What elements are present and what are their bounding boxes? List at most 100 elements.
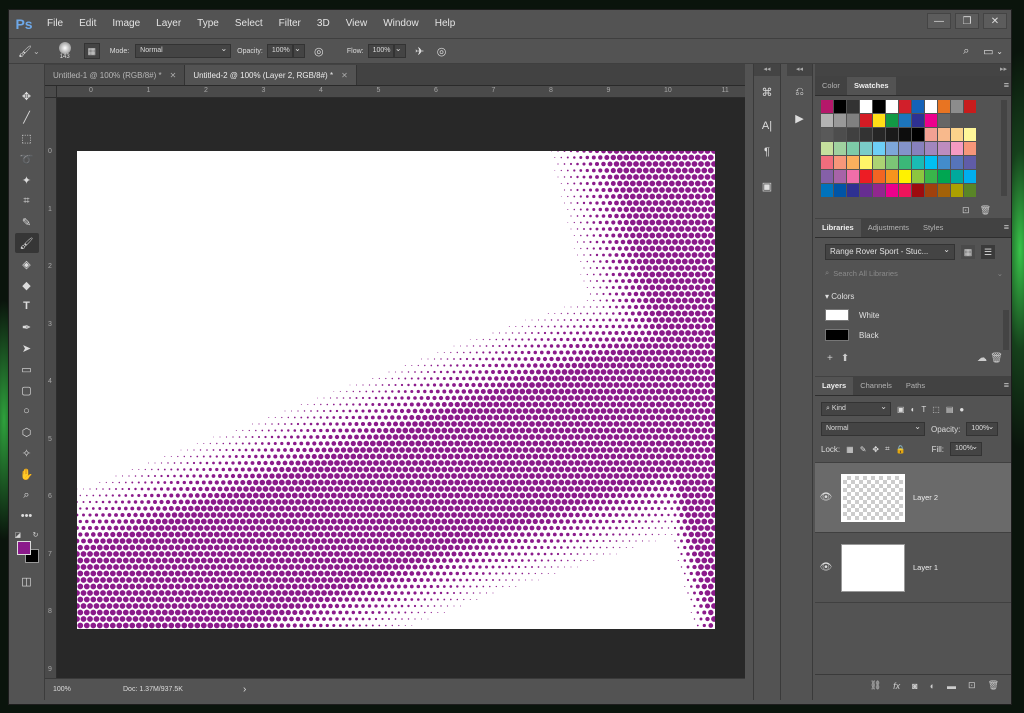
ruler-horizontal[interactable]: 0 1 2 3 4 5 6 7 8 9 10 11 bbox=[57, 86, 745, 98]
line-tool-icon[interactable]: ╱ bbox=[15, 107, 39, 127]
swatch[interactable] bbox=[834, 142, 846, 155]
swatch[interactable] bbox=[964, 128, 976, 141]
swatch[interactable] bbox=[912, 170, 924, 183]
menu-view[interactable]: View bbox=[338, 10, 376, 38]
swatch[interactable] bbox=[964, 142, 976, 155]
swatch[interactable] bbox=[925, 128, 937, 141]
magic-wand-tool-icon[interactable]: ✦ bbox=[15, 170, 39, 190]
pen-tool-icon[interactable]: ✒ bbox=[15, 317, 39, 337]
lock-position-icon[interactable]: ✥ bbox=[872, 445, 879, 454]
swatch[interactable] bbox=[964, 100, 976, 113]
swatch[interactable] bbox=[821, 100, 833, 113]
menu-select[interactable]: Select bbox=[227, 10, 271, 38]
rounded-rectangle-tool-icon[interactable]: ▢ bbox=[15, 380, 39, 400]
trash-icon[interactable]: 🗑 bbox=[990, 353, 1003, 364]
opacity-input[interactable]: 100% bbox=[266, 44, 293, 58]
default-colors-icon[interactable]: ◪ bbox=[15, 531, 22, 539]
tab-channels[interactable]: Channels bbox=[853, 377, 899, 395]
swatch[interactable] bbox=[873, 142, 885, 155]
history-icon[interactable]: ⎌ bbox=[790, 82, 810, 102]
swatch[interactable] bbox=[847, 156, 859, 169]
swatch[interactable] bbox=[964, 184, 976, 197]
crop-tool-icon[interactable]: ⌗ bbox=[15, 191, 39, 211]
tab-untitled-2[interactable]: Untitled-2 @ 100% (Layer 2, RGB/8#) * ✕ bbox=[185, 65, 357, 85]
swatch[interactable] bbox=[886, 156, 898, 169]
swatch[interactable] bbox=[951, 100, 963, 113]
workspace-chevron-icon[interactable]: ⌄ bbox=[996, 47, 1003, 56]
brush-tool-icon-toolbox[interactable]: 🖌 bbox=[14, 233, 39, 253]
swatch[interactable] bbox=[847, 142, 859, 155]
layer-filter-dropdown[interactable]: ⌕ Kind bbox=[821, 401, 891, 416]
smart-object-filter-icon[interactable]: ▤ bbox=[946, 405, 954, 414]
ruler-vertical[interactable]: 0 1 2 3 4 5 6 7 8 9 bbox=[45, 98, 57, 678]
hand-tool-icon[interactable]: ✋ bbox=[15, 464, 39, 484]
custom-shape-tool-icon[interactable]: ✧ bbox=[15, 443, 39, 463]
link-layers-icon[interactable]: ⛓ bbox=[870, 680, 881, 691]
paint-bucket-tool-icon[interactable]: ◆ bbox=[15, 275, 39, 295]
tab-color[interactable]: Color bbox=[815, 77, 847, 95]
ellipse-tool-icon[interactable]: ○ bbox=[15, 401, 39, 421]
creative-cloud-icon[interactable]: ☁ bbox=[977, 353, 987, 364]
swatch[interactable] bbox=[899, 156, 911, 169]
type-filter-icon[interactable]: T bbox=[921, 405, 926, 414]
layer-opacity-input[interactable]: 100% bbox=[966, 421, 999, 436]
swatch[interactable] bbox=[873, 156, 885, 169]
colors-group-header[interactable]: ▾ Colors bbox=[825, 292, 1011, 301]
swatch[interactable] bbox=[899, 100, 911, 113]
swatch[interactable] bbox=[964, 156, 976, 169]
new-group-icon[interactable]: ▬ bbox=[947, 681, 956, 691]
swatch[interactable] bbox=[912, 184, 924, 197]
tool-preset-chevron-icon[interactable]: ⌄ bbox=[33, 47, 40, 56]
polygon-tool-icon[interactable]: ⬡ bbox=[15, 422, 39, 442]
mode-dropdown[interactable]: Normal bbox=[135, 43, 232, 58]
swatch[interactable] bbox=[873, 128, 885, 141]
swatch[interactable] bbox=[938, 114, 950, 127]
marquee-tool-icon[interactable]: ⬚ bbox=[15, 128, 39, 148]
add-mask-icon[interactable]: ◙ bbox=[912, 681, 917, 691]
swatch[interactable] bbox=[912, 100, 924, 113]
swatch[interactable] bbox=[860, 142, 872, 155]
swatch[interactable] bbox=[834, 100, 846, 113]
brush-tool-icon[interactable]: 🖌 bbox=[17, 43, 33, 59]
new-layer-icon[interactable]: ⊡ bbox=[968, 680, 976, 691]
swatch[interactable] bbox=[899, 128, 911, 141]
brush-panel-icon[interactable]: ▦ bbox=[83, 43, 100, 59]
fill-input[interactable]: 100% bbox=[950, 441, 983, 456]
swatch[interactable] bbox=[886, 170, 898, 183]
swatch[interactable] bbox=[821, 142, 833, 155]
swatch[interactable] bbox=[821, 170, 833, 183]
swatch[interactable] bbox=[951, 142, 963, 155]
tab-untitled-1[interactable]: Untitled-1 @ 100% (RGB/8#) * ✕ bbox=[45, 65, 186, 85]
swatch[interactable] bbox=[860, 170, 872, 183]
swatch[interactable] bbox=[951, 170, 963, 183]
expand-icon[interactable]: ▸▸ bbox=[815, 64, 1011, 76]
lock-artboard-icon[interactable]: ⌗ bbox=[885, 444, 890, 454]
layer-row-layer-1[interactable]: 👁 Layer 1 bbox=[815, 533, 1011, 603]
swatch[interactable] bbox=[847, 100, 859, 113]
actions-play-icon[interactable]: ▶ bbox=[790, 108, 810, 128]
upload-icon[interactable]: ⬆ bbox=[841, 353, 849, 367]
lock-pixels-icon[interactable]: ✎ bbox=[860, 445, 867, 454]
paragraph-panel-icon[interactable]: ¶ bbox=[757, 142, 777, 162]
flow-dropdown[interactable] bbox=[393, 43, 406, 58]
swatch[interactable] bbox=[821, 156, 833, 169]
swatch[interactable] bbox=[964, 170, 976, 183]
menu-image[interactable]: Image bbox=[104, 10, 148, 38]
swatch[interactable] bbox=[860, 156, 872, 169]
swatch[interactable] bbox=[873, 184, 885, 197]
swatch[interactable] bbox=[873, 100, 885, 113]
pressure-opacity-icon[interactable]: ◎ bbox=[311, 43, 327, 59]
library-color-white[interactable]: White bbox=[825, 309, 1011, 321]
swatch[interactable] bbox=[847, 128, 859, 141]
swatch[interactable] bbox=[834, 184, 846, 197]
add-content-icon[interactable]: + bbox=[827, 353, 833, 367]
panel-menu-icon[interactable]: ≡ bbox=[1004, 380, 1009, 390]
menu-help[interactable]: Help bbox=[427, 10, 464, 38]
swatch[interactable] bbox=[873, 170, 885, 183]
filter-toggle-icon[interactable]: ● bbox=[959, 405, 964, 414]
history-panel-icon[interactable]: ⌘ bbox=[757, 82, 777, 102]
search-icon[interactable]: ⌕ bbox=[958, 43, 974, 59]
tab-layers[interactable]: Layers bbox=[815, 377, 854, 395]
swatch[interactable] bbox=[821, 114, 833, 127]
workspace-icon[interactable]: ▭ bbox=[980, 43, 996, 59]
